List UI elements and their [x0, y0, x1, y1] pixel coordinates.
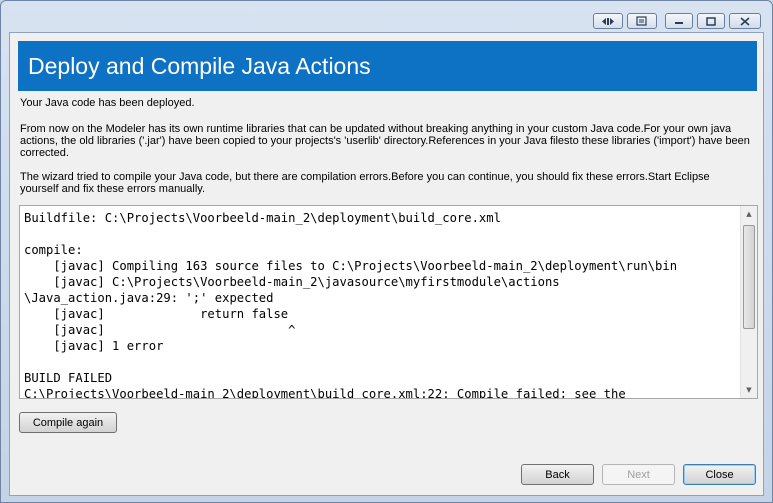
scroll-up-icon[interactable]: ▲: [741, 206, 757, 222]
errors-message: The wizard tried to compile your Java co…: [20, 171, 710, 195]
scroll-thumb[interactable]: [743, 225, 755, 329]
close-button[interactable]: Close: [683, 464, 756, 485]
deployed-message: Your Java code has been deployed.: [20, 97, 195, 109]
vertical-scrollbar[interactable]: ▲ ▼: [740, 206, 757, 398]
maximize-icon[interactable]: [697, 13, 725, 29]
dialog-client-area: Deploy and Compile Java Actions Your Jav…: [9, 32, 764, 496]
page-title: Deploy and Compile Java Actions: [18, 41, 757, 91]
dialog-window: Deploy and Compile Java Actions Your Jav…: [0, 0, 773, 503]
left-right-arrows-icon[interactable]: [593, 13, 623, 29]
close-icon[interactable]: [729, 13, 761, 29]
build-output-text: Buildfile: C:\Projects\Voorbeeld-main_2\…: [24, 211, 678, 399]
form-icon[interactable]: [627, 13, 657, 29]
back-button[interactable]: Back: [521, 464, 594, 485]
next-button[interactable]: Next: [602, 464, 675, 485]
title-bar: [1, 1, 772, 31]
compile-again-button[interactable]: Compile again: [19, 412, 117, 433]
build-output-textbox[interactable]: Buildfile: C:\Projects\Voorbeeld-main_2\…: [19, 205, 758, 399]
scroll-down-icon[interactable]: ▼: [741, 382, 757, 398]
minimize-icon[interactable]: [665, 13, 693, 29]
libraries-message: From now on the Modeler has its own runt…: [20, 123, 750, 159]
